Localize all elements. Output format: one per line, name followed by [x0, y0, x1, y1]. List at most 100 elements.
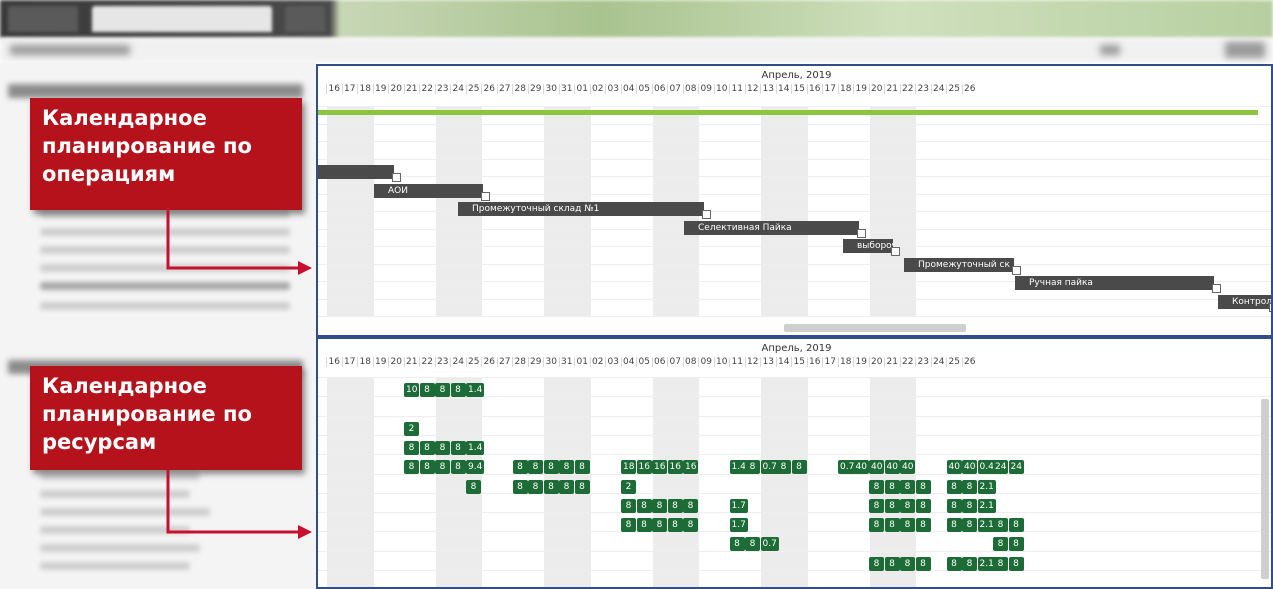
resource-load-cell[interactable]: 8 [1008, 518, 1024, 533]
resource-load-cell[interactable]: 8 [512, 479, 528, 494]
resource-load-cell[interactable]: 8 [559, 460, 574, 475]
resource-load-cell[interactable]: 8 [1008, 556, 1024, 571]
resource-load-cell[interactable]: 8 [946, 518, 962, 533]
resource-load-cell[interactable]: 40 [962, 460, 978, 475]
resource-load-cell[interactable]: 8 [729, 537, 745, 552]
resource-load-cell[interactable]: 8 [962, 518, 977, 533]
resource-load-cell[interactable]: 8 [1008, 537, 1024, 552]
resource-load-cell[interactable]: 18 [621, 460, 637, 475]
resource-load-cell[interactable]: 24 [1008, 460, 1024, 475]
resource-load-cell[interactable]: 9.4 [466, 460, 485, 475]
resource-load-cell[interactable]: 16 [652, 460, 668, 475]
resource-load-cell[interactable]: 40 [884, 460, 900, 475]
resource-load-cell[interactable]: 8 [450, 460, 466, 475]
resource-load-cell[interactable]: 8 [915, 479, 931, 494]
resource-load-cell[interactable]: 8 [559, 479, 574, 494]
resource-load-cell[interactable]: 8 [528, 460, 543, 475]
resource-load-cell[interactable]: 40 [869, 460, 885, 475]
resource-load-cell[interactable]: 40 [946, 460, 962, 475]
resource-load-cell[interactable]: 8 [636, 498, 652, 513]
resource-load-cell[interactable]: 8 [667, 498, 683, 513]
resource-load-cell[interactable]: 8 [419, 440, 435, 455]
resource-load-cell[interactable]: 8 [683, 518, 698, 533]
resource-load-cell[interactable]: 8 [574, 479, 590, 494]
resource-load-cell[interactable]: 8 [869, 479, 884, 494]
resource-load-cell[interactable]: 8 [621, 498, 636, 513]
resource-load-cell[interactable]: 8 [543, 460, 559, 475]
resource-load-cell[interactable]: 8 [993, 556, 1008, 571]
resource-load-cell[interactable]: 8 [435, 440, 450, 455]
resource-load-cell[interactable]: 1.4 [466, 383, 485, 397]
resource-load-cell[interactable]: 8 [962, 498, 977, 513]
resource-load-cell[interactable]: 8 [450, 383, 466, 397]
resource-load-cell[interactable]: 8 [900, 498, 915, 513]
operation-bar[interactable]: АОИ [374, 183, 483, 198]
resource-load-cell[interactable]: 8 [776, 460, 791, 475]
operation-bar[interactable]: выборочн [843, 239, 893, 253]
resource-load-cell[interactable]: 0.7 [760, 537, 779, 552]
resource-load-cell[interactable]: 8 [884, 556, 900, 571]
resource-load-cell[interactable]: 8 [915, 518, 931, 533]
resource-load-cell[interactable]: 8 [993, 518, 1008, 533]
resource-load-cell[interactable]: 8 [791, 460, 807, 475]
resource-load-cell[interactable]: 8 [900, 556, 915, 571]
resource-load-cell[interactable]: 1.7 [729, 498, 748, 513]
resource-load-cell[interactable]: 8 [636, 518, 652, 533]
resource-load-cell[interactable]: 8 [528, 479, 543, 494]
resource-load-cell[interactable]: 8 [962, 479, 977, 494]
resource-load-cell[interactable]: 2 [621, 479, 636, 494]
resource-load-cell[interactable]: 8 [884, 498, 900, 513]
resource-load-cell[interactable]: 8 [946, 556, 962, 571]
operation-bar[interactable]: Промежуточный ск [904, 257, 1014, 272]
resource-load-cell[interactable]: 8 [946, 479, 962, 494]
resource-load-cell[interactable]: 8 [993, 537, 1008, 552]
resource-load-cell[interactable]: 8 [745, 460, 760, 475]
resource-load-cell[interactable]: 1.7 [729, 518, 748, 533]
resource-load-cell[interactable]: 8 [404, 460, 419, 475]
resource-load-cell[interactable]: 2.1 [977, 498, 996, 513]
resource-load-cell[interactable]: 8 [419, 460, 435, 475]
operation-bar[interactable]: Ручная пайка [1015, 276, 1214, 290]
resource-load-cell[interactable]: 8 [900, 518, 915, 533]
resource-load-cell[interactable]: 8 [621, 518, 636, 533]
resource-load-cell[interactable]: 8 [869, 556, 884, 571]
resource-load-cell[interactable]: 8 [962, 556, 977, 571]
resource-load-cell[interactable]: 8 [884, 479, 900, 494]
res-vertical-scrollbar[interactable] [1261, 399, 1269, 579]
resource-load-cell[interactable]: 16 [667, 460, 683, 475]
resource-load-cell[interactable]: 8 [543, 479, 559, 494]
resource-load-cell[interactable]: 8 [652, 498, 667, 513]
resource-load-cell[interactable]: 8 [435, 460, 450, 475]
ops-horizontal-scrollbar[interactable] [784, 324, 966, 332]
resource-load-cell[interactable]: 8 [404, 440, 419, 455]
resource-load-cell[interactable]: 8 [745, 537, 760, 552]
operation-bar[interactable]: Промежуточный склад №1 [458, 202, 704, 216]
resource-load-cell[interactable]: 40 [900, 460, 916, 475]
resource-load-cell[interactable]: 8 [869, 498, 884, 513]
resource-load-cell[interactable]: 8 [667, 518, 683, 533]
resource-load-cell[interactable]: 1.4 [466, 440, 485, 455]
resource-load-cell[interactable]: 8 [450, 440, 466, 455]
resource-load-cell[interactable]: 8 [884, 518, 900, 533]
resource-load-cell[interactable]: 8 [466, 479, 481, 494]
resource-load-cell[interactable]: 2.1 [977, 479, 996, 494]
resource-load-cell[interactable]: 2 [404, 421, 419, 436]
resource-load-cell[interactable]: 8 [652, 518, 667, 533]
resource-load-cell[interactable]: 8 [512, 460, 528, 475]
resource-load-cell[interactable]: 8 [869, 518, 884, 533]
resource-load-cell[interactable]: 8 [574, 460, 590, 475]
operation-bar[interactable] [318, 165, 394, 179]
resource-load-cell[interactable]: 8 [435, 383, 450, 397]
resource-load-cell[interactable]: 8 [946, 498, 962, 513]
resource-load-cell[interactable]: 8 [419, 383, 435, 397]
resource-load-cell[interactable]: 8 [915, 498, 931, 513]
resource-load-cell[interactable]: 40 [853, 460, 869, 475]
resource-load-cell[interactable]: 8 [683, 498, 698, 513]
resource-load-cell[interactable]: 16 [683, 460, 699, 475]
operation-bar[interactable]: Контрол [1218, 294, 1271, 309]
operation-bar[interactable]: Селективная Пайка [684, 220, 859, 235]
resource-load-cell[interactable]: 10 [404, 383, 420, 397]
resource-load-cell[interactable]: 16 [636, 460, 652, 475]
resource-load-cell[interactable]: 24 [993, 460, 1009, 475]
resource-load-cell[interactable]: 8 [900, 479, 915, 494]
